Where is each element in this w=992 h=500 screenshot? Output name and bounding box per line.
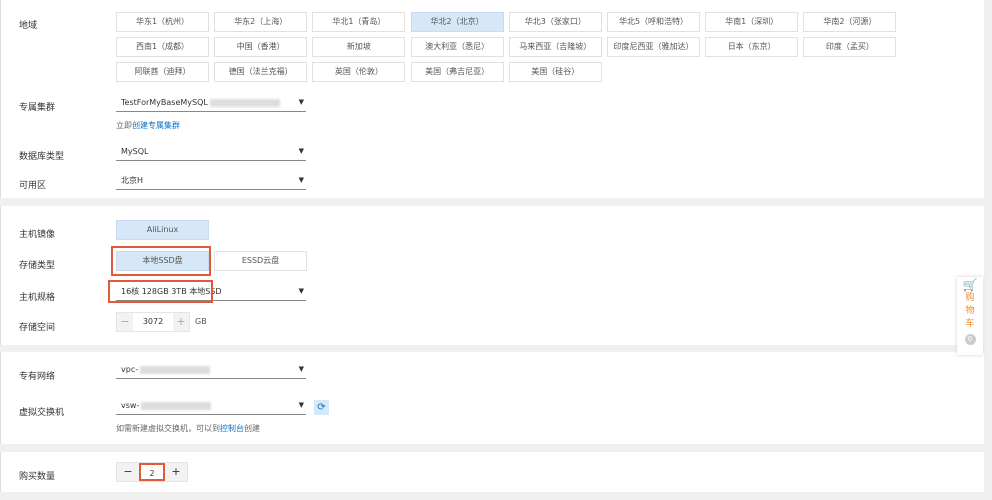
cluster-label: 专属集群 — [19, 103, 56, 113]
storage-unit: GB — [195, 317, 207, 326]
vswitch-value: vsw- — [121, 401, 140, 410]
spec-label: 主机规格 — [19, 293, 56, 303]
network-section: 专有网络 vpc- ▼ 虚拟交换机 vsw- ▼ ⟳ 如需新建虚拟交换机，可以到控制… — [0, 352, 984, 444]
vswitch-select[interactable]: vsw- ▼ — [116, 398, 306, 415]
region-option[interactable]: 印度（孟买） — [803, 37, 897, 57]
plus-button[interactable]: + — [165, 463, 187, 481]
cart-label: 车 — [965, 319, 975, 329]
vswitch-label: 虚拟交换机 — [19, 408, 65, 418]
zone-select[interactable]: 北京H ▼ — [116, 173, 306, 190]
chevron-down-icon: ▼ — [298, 147, 304, 155]
cluster-value: TestForMyBaseMySQL — [121, 98, 208, 107]
plus-button[interactable]: + — [173, 313, 189, 331]
chevron-down-icon: ▼ — [298, 176, 304, 184]
storage-option-essd[interactable]: ESSD云盘 — [214, 251, 307, 271]
hint-text: 立即 — [116, 121, 132, 130]
region-option[interactable]: 华北1（青岛） — [312, 12, 406, 32]
create-cluster-link[interactable]: 创建专属集群 — [132, 121, 180, 130]
highlight-box — [111, 246, 211, 276]
region-option[interactable]: 印度尼西亚（雅加达） — [607, 37, 700, 57]
zone-label: 可用区 — [19, 181, 47, 191]
vswitch-hint: 如需新建虚拟交换机，可以到控制台创建 — [116, 423, 260, 434]
minus-button[interactable]: − — [117, 463, 139, 481]
image-option-alilinux[interactable]: AliLinux — [116, 220, 209, 240]
region-option[interactable]: 美国（弗吉尼亚） — [410, 62, 504, 82]
vpc-value: vpc- — [121, 365, 139, 374]
cart-icon: 🛒 — [962, 278, 978, 292]
region-option[interactable]: 美国（硅谷） — [508, 62, 602, 82]
region-option[interactable]: 华北3（张家口） — [508, 12, 602, 32]
region-option[interactable]: 新加坡 — [312, 37, 406, 57]
region-option[interactable]: 澳大利亚（悉尼） — [410, 37, 504, 57]
region-section: 地域 华东1（杭州） 华东2（上海） 华北1（青岛） 华北2（北京） 华北3（张家口）华… — [0, 0, 984, 198]
db-type-label: 数据库类型 — [19, 152, 65, 162]
chevron-down-icon: ▼ — [298, 98, 304, 106]
cart-label: 购 — [965, 293, 975, 303]
minus-button[interactable]: − — [117, 313, 133, 331]
storage-type-label: 存储类型 — [19, 261, 56, 271]
region-option[interactable]: 英国（伦敦） — [312, 62, 406, 82]
zone-value: 北京H — [121, 176, 144, 185]
region-option[interactable]: 华北2（北京） — [410, 12, 504, 32]
highlight-box — [108, 280, 213, 303]
cart-count-badge: 0 — [964, 334, 976, 345]
refresh-icon[interactable]: ⟳ — [314, 400, 329, 415]
region-option[interactable]: 华东2（上海） — [214, 12, 308, 32]
console-link[interactable]: 控制台 — [220, 424, 244, 433]
region-option[interactable]: 华南2（河源） — [803, 12, 897, 32]
region-option[interactable]: 日本（东京） — [705, 37, 799, 57]
quantity-stepper: −2 + — [116, 462, 188, 482]
region-option[interactable]: 华北5（呼和浩特） — [607, 12, 700, 32]
storage-stepper: −3072 + — [116, 312, 190, 332]
host-section: 主机镜像 AliLinux 存储类型 本地SSD盘 ESSD云盘 主机规格 16… — [0, 206, 984, 345]
region-option[interactable]: 马来西亚（吉隆坡） — [508, 37, 602, 57]
storage-input[interactable]: 3072 — [133, 313, 173, 331]
chevron-down-icon: ▼ — [298, 365, 304, 373]
region-option[interactable]: 德国（法兰克福） — [214, 62, 308, 82]
region-label: 地域 — [19, 21, 38, 31]
region-option[interactable]: 中国（香港） — [214, 37, 308, 57]
chevron-down-icon: ▼ — [298, 287, 304, 295]
cluster-select[interactable]: TestForMyBaseMySQL ▼ — [116, 95, 306, 112]
hint-text: 创建 — [244, 424, 260, 433]
db-type-value: MySQL — [121, 147, 149, 156]
cluster-hint: 立即创建专属集群 — [116, 120, 180, 131]
vpc-label: 专有网络 — [19, 372, 56, 382]
hint-text: 如需新建虚拟交换机，可以到 — [116, 424, 220, 433]
chevron-down-icon: ▼ — [298, 401, 304, 409]
db-type-select[interactable]: MySQL ▼ — [116, 144, 306, 161]
region-option[interactable]: 阿联酋（迪拜） — [116, 62, 209, 82]
storage-label: 存储空间 — [19, 323, 56, 333]
cart-button[interactable]: 🛒 购 物 车 0 — [957, 277, 983, 355]
quantity-label: 购买数量 — [19, 472, 56, 482]
quantity-section: 购买数量 −2 + — [0, 452, 984, 492]
vpc-select[interactable]: vpc- ▼ — [116, 362, 306, 379]
region-option[interactable]: 华东1（杭州） — [116, 12, 209, 32]
region-option[interactable]: 西南1（成都） — [116, 37, 209, 57]
quantity-input[interactable]: 2 — [139, 463, 165, 481]
cart-label: 物 — [965, 306, 975, 316]
region-option[interactable]: 华南1（深圳） — [705, 12, 799, 32]
image-label: 主机镜像 — [19, 230, 56, 240]
